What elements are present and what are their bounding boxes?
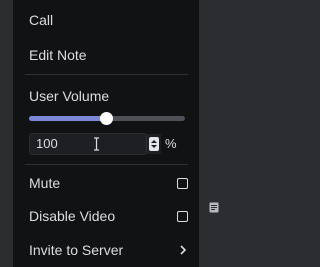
menu-item-label: Call <box>29 12 54 28</box>
mute-checkbox[interactable] <box>177 177 188 189</box>
number-spinner-icon[interactable] <box>149 137 159 151</box>
menu-item-label: Mute <box>29 175 61 191</box>
volume-number-field[interactable] <box>29 133 147 155</box>
user-volume-label: User Volume <box>29 86 188 106</box>
menu-item-mute[interactable]: Mute <box>29 173 188 193</box>
menu-item-edit-note[interactable]: Edit Note <box>29 45 188 65</box>
menu-separator <box>25 74 188 75</box>
menu-item-disable-video[interactable]: Disable Video <box>29 206 188 226</box>
menu-item-invite-to-server[interactable]: Invite to Server <box>29 240 188 260</box>
disable-video-checkbox[interactable] <box>177 210 188 222</box>
volume-slider-fill <box>29 116 107 121</box>
user-context-menu: Call Edit Note User Volume 100 % Mute Di… <box>13 0 199 267</box>
volume-spinner[interactable] <box>147 134 161 154</box>
volume-slider-handle[interactable] <box>100 112 113 125</box>
menu-item-label: Invite to Server <box>29 242 124 258</box>
note-icon[interactable] <box>209 202 219 213</box>
side-panel <box>199 0 239 267</box>
text-cursor-icon <box>94 137 99 151</box>
menu-item-call[interactable]: Call <box>29 10 188 30</box>
menu-item-label: Disable Video <box>29 208 116 224</box>
menu-separator <box>25 164 188 165</box>
app-window: Call Edit Note User Volume 100 % Mute Di… <box>0 0 239 267</box>
volume-slider[interactable] <box>29 112 185 125</box>
menu-item-label: Edit Note <box>29 47 87 63</box>
volume-unit: % <box>165 136 177 151</box>
chevron-right-icon <box>180 245 187 255</box>
background-panel <box>0 0 13 267</box>
menu-item-label: User Volume <box>29 88 110 104</box>
